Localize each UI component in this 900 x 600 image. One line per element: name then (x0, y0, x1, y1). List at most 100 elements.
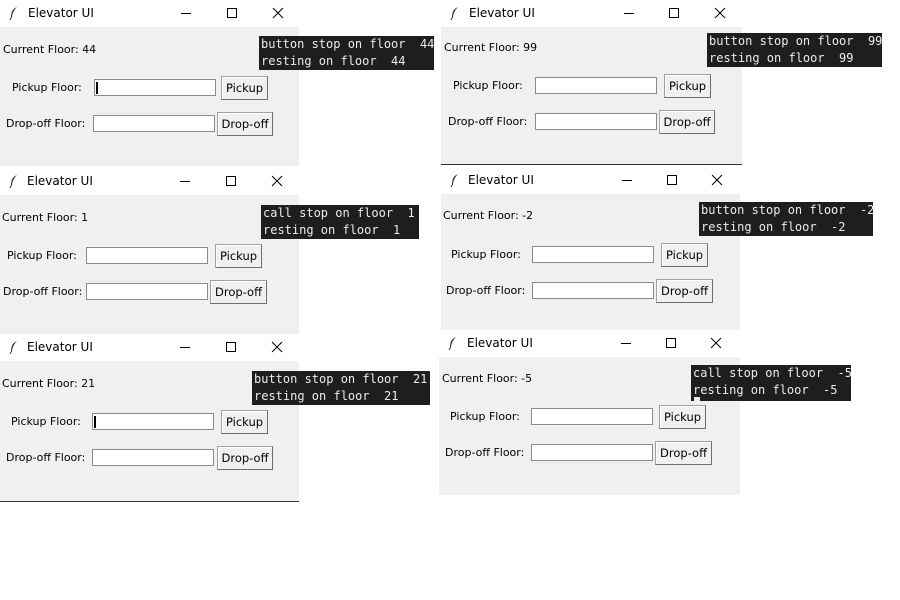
elevator-window-6: Elevator UI Current Floor: -5 Pickup Flo… (439, 330, 740, 495)
pickup-floor-label: Pickup Floor: (453, 79, 523, 92)
log-line: call stop on floor 1 (263, 206, 415, 220)
current-floor-label: Current Floor: 99 (444, 41, 538, 54)
pickup-floor-label: Pickup Floor: (450, 410, 520, 423)
maximize-icon[interactable] (220, 170, 242, 192)
log-line: resting on floor 21 (254, 389, 399, 403)
feather-icon (450, 6, 460, 21)
terminal-cursor (694, 397, 700, 401)
pickup-floor-input[interactable] (532, 246, 654, 263)
pickup-floor-label: Pickup Floor: (12, 81, 82, 94)
text-caret (94, 416, 96, 428)
title-bar[interactable]: Elevator UI (0, 168, 299, 195)
dropoff-button[interactable]: Drop-off (217, 446, 273, 470)
dropoff-floor-input[interactable] (86, 283, 208, 300)
window-bottom-border (0, 501, 299, 502)
log-terminal-6: call stop on floor -5 resting on floor -5 (691, 365, 851, 401)
minimize-icon[interactable] (175, 2, 197, 24)
current-floor-label: Current Floor: 1 (2, 211, 89, 224)
title-bar[interactable]: Elevator UI (441, 0, 742, 27)
feather-icon (9, 6, 19, 21)
log-line: button stop on floor 99 (709, 34, 882, 48)
pickup-floor-input[interactable] (92, 413, 214, 430)
pickup-floor-label: Pickup Floor: (11, 415, 81, 428)
dropoff-floor-label: Drop-off Floor: (6, 451, 86, 464)
window-title: Elevator UI (27, 174, 93, 188)
dropoff-floor-label: Drop-off Floor: (445, 446, 525, 459)
close-icon[interactable] (266, 170, 288, 192)
log-terminal-5: button stop on floor 21 resting on floor … (252, 371, 430, 405)
pickup-button[interactable]: Pickup (215, 244, 262, 268)
pickup-button[interactable]: Pickup (659, 405, 706, 429)
log-line: resting on floor 1 (263, 223, 401, 237)
title-bar[interactable]: Elevator UI (0, 0, 299, 27)
dropoff-floor-input[interactable] (535, 113, 657, 130)
window-title: Elevator UI (28, 6, 94, 20)
log-terminal-1: button stop on floor 44 resting on floor … (259, 36, 434, 70)
title-bar[interactable]: Elevator UI (439, 330, 740, 357)
log-line: button stop on floor -2 (701, 203, 873, 217)
elevator-window-3: Elevator UI Current Floor: 1 Pickup Floo… (0, 168, 299, 334)
pickup-button[interactable]: Pickup (221, 76, 268, 100)
maximize-icon[interactable] (660, 332, 682, 354)
log-line: call stop on floor -5 (693, 366, 851, 380)
dropoff-floor-label: Drop-off Floor: (6, 117, 86, 130)
log-line: button stop on floor 44 (261, 37, 434, 51)
dropoff-button[interactable]: Drop-off (210, 280, 267, 304)
pickup-floor-label: Pickup Floor: (451, 248, 521, 261)
log-line: resting on floor -2 (701, 220, 846, 234)
maximize-icon[interactable] (221, 2, 243, 24)
dropoff-floor-input[interactable] (531, 444, 653, 461)
dropoff-button[interactable]: Drop-off (217, 112, 273, 136)
log-terminal-2: button stop on floor 99 resting on floor … (707, 33, 882, 67)
feather-icon (9, 174, 19, 189)
window-bottom-border (441, 164, 742, 165)
feather-icon (9, 340, 19, 355)
dropoff-floor-label: Drop-off Floor: (446, 284, 526, 297)
pickup-button[interactable]: Pickup (221, 410, 268, 434)
log-line: button stop on floor 21 (254, 372, 428, 386)
current-floor-label: Current Floor: -5 (442, 372, 533, 385)
close-icon[interactable] (709, 2, 731, 24)
close-icon[interactable] (267, 2, 289, 24)
window-title: Elevator UI (468, 173, 534, 187)
minimize-icon[interactable] (618, 2, 640, 24)
maximize-icon[interactable] (220, 336, 242, 358)
close-icon[interactable] (706, 169, 728, 191)
elevator-window-1: Elevator UI Current Floor: 44 Pickup Flo… (0, 0, 299, 166)
title-bar[interactable]: Elevator UI (0, 334, 299, 361)
dropoff-floor-label: Drop-off Floor: (448, 115, 528, 128)
minimize-icon[interactable] (616, 169, 638, 191)
pickup-floor-input[interactable] (86, 247, 208, 264)
dropoff-button[interactable]: Drop-off (656, 279, 713, 303)
pickup-floor-label: Pickup Floor: (7, 249, 77, 262)
elevator-window-2: Elevator UI Current Floor: 99 Pickup Flo… (441, 0, 742, 165)
log-line: resting on floor 44 (261, 54, 406, 68)
minimize-icon[interactable] (615, 332, 637, 354)
pickup-floor-input[interactable] (94, 79, 216, 96)
minimize-icon[interactable] (174, 336, 196, 358)
dropoff-floor-input[interactable] (92, 449, 214, 466)
log-line: resting on floor -5 (693, 383, 838, 397)
dropoff-floor-label: Drop-off Floor: (3, 285, 83, 298)
pickup-button[interactable]: Pickup (664, 74, 711, 98)
pickup-button[interactable]: Pickup (661, 243, 708, 267)
pickup-floor-input[interactable] (531, 408, 653, 425)
current-floor-label: Current Floor: 21 (2, 377, 96, 390)
feather-icon (448, 336, 458, 351)
minimize-icon[interactable] (174, 170, 196, 192)
dropoff-button[interactable]: Drop-off (659, 110, 715, 134)
close-icon[interactable] (705, 332, 727, 354)
elevator-window-4: Elevator UI Current Floor: -2 Pickup Flo… (441, 167, 740, 332)
close-icon[interactable] (266, 336, 288, 358)
maximize-icon[interactable] (663, 2, 685, 24)
title-bar[interactable]: Elevator UI (441, 167, 740, 194)
window-title: Elevator UI (467, 336, 533, 350)
dropoff-floor-input[interactable] (532, 282, 654, 299)
pickup-floor-input[interactable] (535, 77, 657, 94)
log-terminal-3: call stop on floor 1 resting on floor 1 (261, 205, 419, 239)
log-terminal-4: button stop on floor -2 resting on floor … (699, 202, 873, 236)
feather-icon (450, 173, 460, 188)
maximize-icon[interactable] (661, 169, 683, 191)
dropoff-floor-input[interactable] (93, 115, 215, 132)
dropoff-button[interactable]: Drop-off (655, 441, 712, 465)
